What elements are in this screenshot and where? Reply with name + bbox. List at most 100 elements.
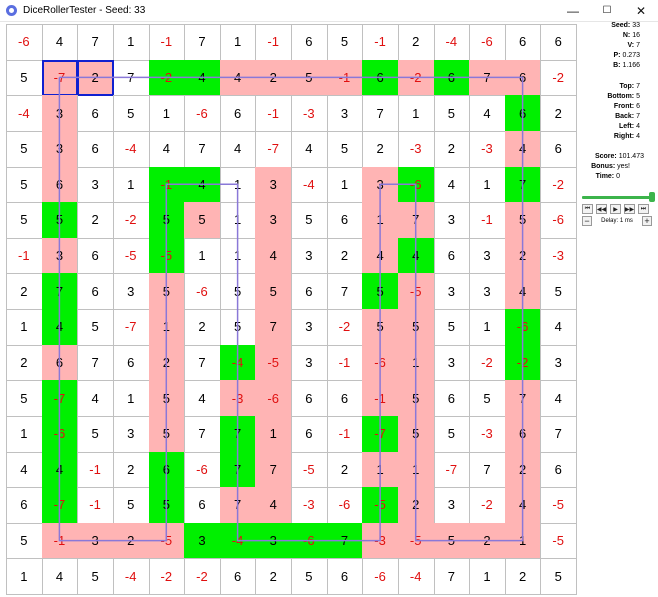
grid-cell[interactable]: -7 xyxy=(112,309,150,346)
grid-cell[interactable]: 6 xyxy=(77,95,114,132)
grid-cell[interactable]: -7 xyxy=(255,130,292,168)
grid-cell[interactable]: -1 xyxy=(6,237,43,275)
grid-cell[interactable]: -7 xyxy=(41,487,79,524)
grid-cell[interactable]: 3 xyxy=(112,273,150,310)
grid-cell[interactable]: 6 xyxy=(112,344,150,382)
grid-cell[interactable]: 1 xyxy=(112,24,150,61)
grid-cell[interactable]: 6 xyxy=(540,451,577,489)
grid-cell[interactable]: 5 xyxy=(433,95,471,132)
grid-cell[interactable]: 3 xyxy=(255,166,292,204)
grid-cell[interactable]: -2 xyxy=(326,309,364,346)
grid-cell[interactable]: 4 xyxy=(433,166,471,204)
grid-cell[interactable]: -5 xyxy=(540,522,577,560)
grid-cell[interactable]: -7 xyxy=(362,415,399,453)
grid-cell[interactable]: 7 xyxy=(504,380,542,417)
grid-cell[interactable]: 5 xyxy=(41,202,79,239)
grid-cell[interactable]: 6 xyxy=(219,558,257,595)
grid-cell[interactable]: -2 xyxy=(184,558,221,595)
grid-cell[interactable]: 6 xyxy=(77,130,114,168)
grid-cell[interactable]: 4 xyxy=(184,380,221,417)
grid-cell[interactable]: -5 xyxy=(291,451,328,489)
speed-slider-thumb[interactable] xyxy=(649,192,655,202)
grid-cell[interactable]: 3 xyxy=(255,202,292,239)
grid-cell[interactable]: 7 xyxy=(219,415,257,453)
step-forward-button[interactable]: ▶▶ xyxy=(624,204,635,214)
grid-cell[interactable]: -1 xyxy=(255,95,292,132)
grid-cell[interactable]: 1 xyxy=(219,166,257,204)
grid-cell[interactable]: 7 xyxy=(184,24,221,61)
grid-cell[interactable]: 2 xyxy=(397,487,435,524)
grid-cell[interactable]: 4 xyxy=(184,59,221,97)
grid-cell[interactable]: 3 xyxy=(112,415,150,453)
grid-cell[interactable]: 3 xyxy=(540,344,577,382)
grid-cell[interactable]: 7 xyxy=(184,415,221,453)
grid-cell[interactable]: 4 xyxy=(148,130,186,168)
grid-cell[interactable]: 6 xyxy=(326,202,364,239)
grid-cell[interactable]: 6 xyxy=(326,558,364,595)
grid-cell[interactable]: 2 xyxy=(504,558,542,595)
step-back-button[interactable]: ◀◀ xyxy=(596,204,607,214)
grid-cell[interactable]: -3 xyxy=(397,130,435,168)
grid-cell[interactable]: 6 xyxy=(433,59,471,97)
grid-cell[interactable]: -5 xyxy=(397,522,435,560)
grid-cell[interactable]: -3 xyxy=(291,95,328,132)
grid-cell[interactable]: 1 xyxy=(6,558,43,595)
grid-cell[interactable]: 6 xyxy=(433,237,471,275)
delay-decrease-button[interactable]: − xyxy=(582,216,592,226)
grid-cell[interactable]: 5 xyxy=(326,130,364,168)
grid-cell[interactable]: 6 xyxy=(77,237,114,275)
grid-cell[interactable]: -5 xyxy=(112,237,150,275)
grid-cell[interactable]: 5 xyxy=(148,487,186,524)
grid-cell[interactable]: 6 xyxy=(77,273,114,310)
grid-cell[interactable]: 5 xyxy=(469,380,506,417)
grid-cell[interactable]: 1 xyxy=(326,166,364,204)
grid-cell[interactable]: -2 xyxy=(148,558,186,595)
grid-cell[interactable]: 4 xyxy=(41,558,79,595)
grid-cell[interactable]: 7 xyxy=(77,24,114,61)
grid-cell[interactable]: 3 xyxy=(291,237,328,275)
grid-cell[interactable]: -3 xyxy=(540,237,577,275)
grid-cell[interactable]: 7 xyxy=(362,95,399,132)
grid-cell[interactable]: -5 xyxy=(148,237,186,275)
grid-cell[interactable]: 4 xyxy=(41,24,79,61)
grid-cell[interactable]: 2 xyxy=(326,451,364,489)
grid-cell[interactable]: 1 xyxy=(469,309,506,346)
grid-cell[interactable]: 5 xyxy=(540,558,577,595)
grid-cell[interactable]: -6 xyxy=(362,344,399,382)
grid-cell[interactable]: -4 xyxy=(219,522,257,560)
grid-cell[interactable]: 1 xyxy=(362,202,399,239)
grid-cell[interactable]: 5 xyxy=(291,59,328,97)
grid-cell[interactable]: 5 xyxy=(148,415,186,453)
grid-cell[interactable]: 4 xyxy=(41,309,79,346)
grid-cell[interactable]: 3 xyxy=(255,522,292,560)
delay-increase-button[interactable]: + xyxy=(642,216,652,226)
grid-cell[interactable]: 5 xyxy=(255,273,292,310)
grid-cell[interactable]: 5 xyxy=(326,24,364,61)
grid-cell[interactable]: 4 xyxy=(77,380,114,417)
grid-cell[interactable]: -6 xyxy=(469,24,506,61)
grid-cell[interactable]: 5 xyxy=(291,202,328,239)
grid-cell[interactable]: 2 xyxy=(77,202,114,239)
grid-cell[interactable]: 2 xyxy=(433,130,471,168)
minimize-button[interactable]: — xyxy=(556,0,590,21)
grid-cell[interactable]: 2 xyxy=(255,59,292,97)
grid-cell[interactable]: -6 xyxy=(291,522,328,560)
grid-cell[interactable]: 5 xyxy=(6,380,43,417)
grid-cell[interactable]: 2 xyxy=(326,237,364,275)
grid-cell[interactable]: 6 xyxy=(41,166,79,204)
grid-cell[interactable]: -1 xyxy=(255,24,292,61)
grid-cell[interactable]: -2 xyxy=(469,487,506,524)
grid-cell[interactable]: 3 xyxy=(291,309,328,346)
grid-cell[interactable]: 1 xyxy=(255,415,292,453)
grid-cell[interactable]: 5 xyxy=(77,415,114,453)
grid-cell[interactable]: 1 xyxy=(219,237,257,275)
grid-cell[interactable]: -1 xyxy=(326,59,364,97)
grid-cell[interactable]: 7 xyxy=(219,451,257,489)
grid-cell[interactable]: 4 xyxy=(255,487,292,524)
grid-cell[interactable]: 3 xyxy=(184,522,221,560)
grid-cell[interactable]: -1 xyxy=(77,487,114,524)
grid-cell[interactable]: -1 xyxy=(326,415,364,453)
grid-cell[interactable]: -1 xyxy=(469,202,506,239)
grid-cell[interactable]: -4 xyxy=(397,558,435,595)
grid-cell[interactable]: 2 xyxy=(112,522,150,560)
